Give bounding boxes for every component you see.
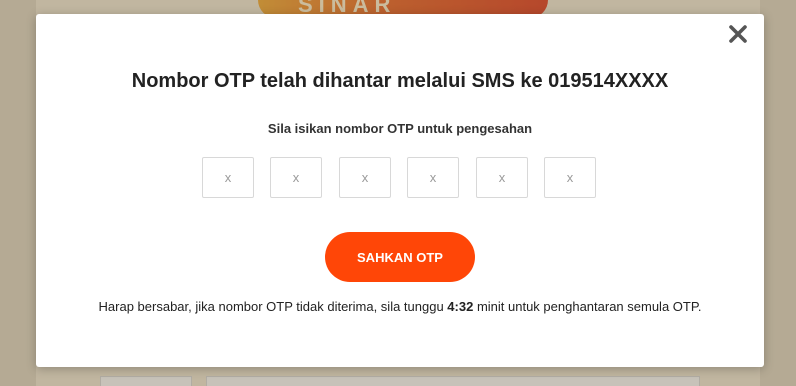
resend-notice-text-start: Harap bersabar, jika nombor OTP tidak di… (98, 299, 448, 314)
otp-modal: Nombor OTP telah dihantar melalui SMS ke… (36, 14, 764, 367)
otp-digit-4-input[interactable] (407, 157, 459, 198)
modal-subtitle: Sila isikan nombor OTP untuk pengesahan (267, 121, 533, 136)
otp-digit-6-input[interactable] (544, 157, 596, 198)
otp-digit-2-input[interactable] (270, 157, 322, 198)
resend-notice: Harap bersabar, jika nombor OTP tidak di… (36, 299, 764, 314)
otp-input-row (202, 157, 598, 199)
close-button[interactable] (726, 22, 750, 46)
modal-title: Nombor OTP telah dihantar melalui SMS ke… (131, 70, 669, 92)
otp-digit-1-input[interactable] (202, 157, 254, 198)
verify-otp-button[interactable]: SAHKAN OTP (325, 232, 475, 282)
otp-digit-5-input[interactable] (476, 157, 528, 198)
otp-digit-3-input[interactable] (339, 157, 391, 198)
close-icon (729, 25, 747, 43)
resend-countdown-timer: 4:32 (447, 299, 474, 314)
resend-notice-text-end: minit untuk penghantaran semula OTP. (473, 299, 702, 314)
